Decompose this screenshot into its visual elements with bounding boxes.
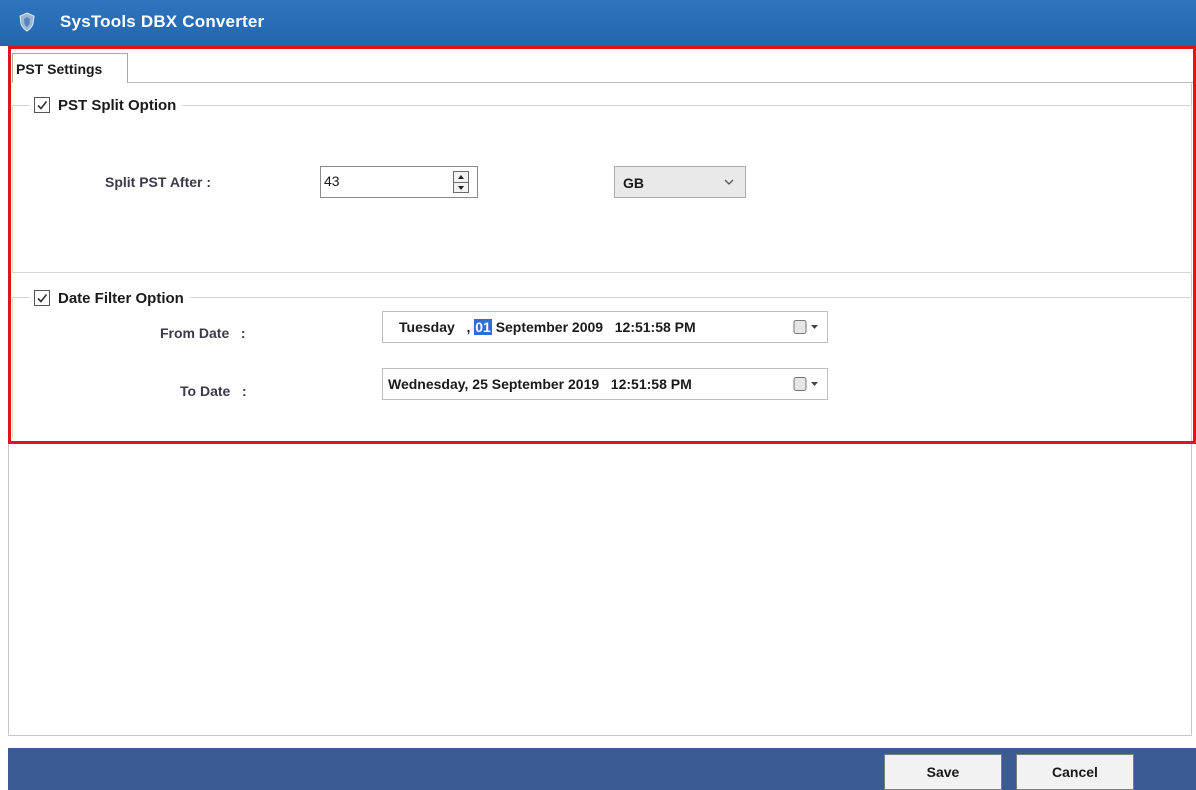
pst-split-label: PST Split Option <box>58 96 177 114</box>
stepper-buttons[interactable] <box>453 171 469 193</box>
calendar-icon <box>793 320 807 334</box>
to-date-text[interactable]: Wednesday, 25 September 2019 12:51:58 PM <box>388 376 692 392</box>
from-date-separator: , <box>466 319 471 335</box>
window-title: SysTools DBX Converter <box>60 12 265 31</box>
from-date-day[interactable]: 01 <box>474 319 492 335</box>
pst-split-legend: PST Split Option <box>30 95 183 115</box>
calendar-icon <box>793 377 807 391</box>
pst-split-checkbox[interactable] <box>34 97 50 113</box>
dropdown-arrow-icon <box>811 325 818 329</box>
split-unit-select[interactable]: GB <box>614 166 746 198</box>
from-date-label: From Date : <box>160 325 246 341</box>
app-shield-icon <box>19 12 35 32</box>
date-filter-legend: Date Filter Option <box>30 288 190 308</box>
from-date-weekday[interactable]: Tuesday <box>399 319 455 335</box>
from-date-picker[interactable]: Tuesday , 01 September 2009 12:51:58 PM <box>382 311 828 343</box>
date-filter-checkbox[interactable] <box>34 290 50 306</box>
split-size-stepper[interactable]: 43 <box>320 166 478 198</box>
dropdown-arrow-icon <box>811 382 818 386</box>
to-date-label: To Date : <box>180 383 247 399</box>
split-size-value: 43 <box>324 173 340 189</box>
split-unit-value: GB <box>623 175 644 191</box>
check-icon <box>37 294 48 303</box>
cancel-button[interactable]: Cancel <box>1016 754 1134 790</box>
tab-pst-settings[interactable]: PST Settings <box>12 53 128 83</box>
stepper-up-icon[interactable] <box>454 172 468 182</box>
check-icon <box>37 101 48 110</box>
to-date-calendar-button[interactable] <box>793 376 819 392</box>
save-button[interactable]: Save <box>884 754 1002 790</box>
to-date-picker[interactable]: Wednesday, 25 September 2019 12:51:58 PM <box>382 368 828 400</box>
date-filter-label: Date Filter Option <box>58 289 184 307</box>
from-date-calendar-button[interactable] <box>793 319 819 335</box>
split-pst-after-label: Split PST After : <box>105 174 212 190</box>
chevron-down-icon <box>724 179 734 185</box>
stepper-down-icon[interactable] <box>454 182 468 192</box>
from-date-text: Tuesday , 01 September 2009 12:51:58 PM <box>399 319 696 335</box>
from-date-rest[interactable]: September 2009 12:51:58 PM <box>496 319 696 335</box>
